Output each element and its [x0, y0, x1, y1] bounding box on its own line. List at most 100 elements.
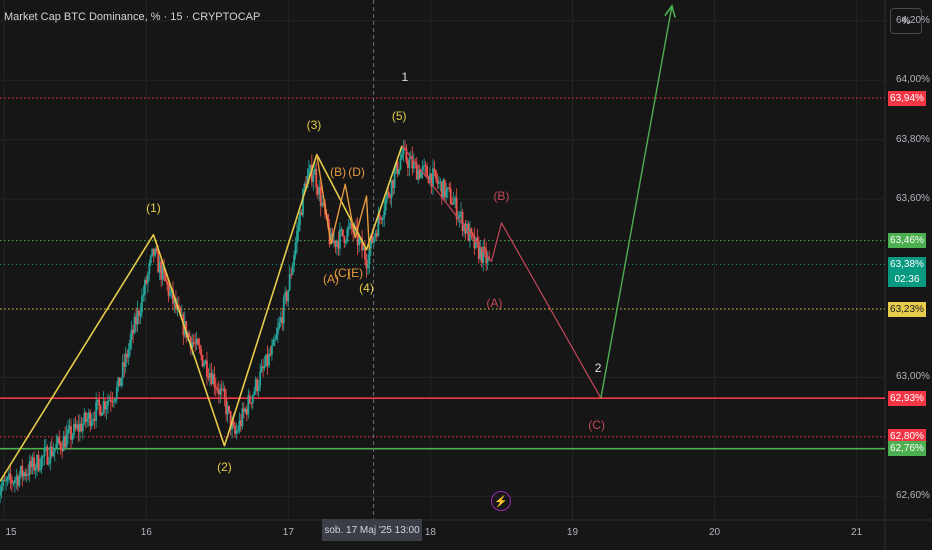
candle-body — [296, 231, 298, 243]
candle-body — [86, 418, 89, 422]
candle-body — [383, 210, 386, 218]
candle-body — [293, 254, 296, 266]
candle-body — [37, 455, 40, 471]
lightning-event-icon[interactable]: ⚡ — [491, 491, 511, 511]
candle-body — [53, 448, 56, 452]
candle-body — [282, 297, 285, 324]
candle-body — [107, 400, 109, 406]
candle-body — [358, 238, 361, 246]
y-tick-label: 62,60% — [896, 490, 930, 502]
candle-body — [271, 345, 273, 355]
candle-body — [315, 168, 318, 188]
level-price-badge: 63,46% — [888, 233, 926, 249]
candle-body — [127, 348, 130, 358]
impulse-wave-label: (3) — [306, 117, 322, 132]
candle-body — [426, 166, 428, 177]
candle-body — [378, 215, 381, 218]
candle-body — [437, 182, 440, 184]
candle-body — [393, 171, 396, 188]
y-tick-label: 63,80% — [896, 133, 930, 145]
x-tick-label: 21 — [851, 527, 863, 538]
candle-body — [452, 201, 455, 205]
candle-body — [42, 455, 44, 457]
candle-body — [155, 248, 158, 252]
candle-body — [146, 274, 149, 284]
candle-body — [200, 348, 202, 356]
bar-countdown-badge: 02:36 — [888, 271, 926, 287]
candle-body — [483, 246, 486, 250]
candle-body — [364, 248, 366, 260]
candle-body — [251, 395, 254, 404]
candle-body — [288, 274, 291, 291]
impulse-wave-label: (4) — [359, 281, 374, 296]
correction-wave-label: (B) — [493, 189, 510, 204]
candle-body — [169, 291, 171, 296]
candle-body — [237, 430, 239, 432]
x-tick-label: 17 — [282, 527, 294, 538]
level-price-badge: 62,76% — [888, 441, 926, 457]
y-tick-label: 63,60% — [896, 193, 930, 205]
x-tick-label: 19 — [566, 527, 579, 538]
candle-body — [297, 225, 300, 232]
candle-body — [291, 265, 294, 275]
candle-body — [408, 159, 411, 168]
candle-body — [398, 169, 400, 174]
candle-body — [206, 360, 208, 377]
x-tick-label: 15 — [5, 527, 17, 538]
candle-body — [253, 391, 256, 396]
candle-body — [58, 437, 61, 443]
correction-wave-label: (A) — [486, 296, 503, 311]
candle-body — [13, 479, 16, 483]
candle-body — [433, 168, 436, 171]
target-projection-line[interactable] — [600, 5, 673, 399]
candle-body — [471, 233, 474, 236]
y-tick-label: 64,00% — [896, 74, 930, 86]
candle-body — [11, 479, 13, 484]
candle-body — [105, 405, 108, 410]
candle-body — [421, 166, 424, 171]
candle-body — [268, 353, 270, 366]
candle-body — [232, 421, 235, 427]
candles — [0, 140, 491, 504]
candle-body — [47, 463, 50, 465]
candle-body — [216, 388, 219, 390]
degree-wave-label: 1 — [401, 70, 409, 85]
candle-body — [287, 290, 290, 302]
candle-body — [139, 312, 142, 316]
candle-body — [368, 248, 371, 265]
candle-body — [101, 412, 103, 416]
candle-body — [39, 469, 41, 471]
candle-body — [344, 241, 347, 243]
candle-body — [43, 448, 46, 456]
candle-body — [110, 399, 112, 402]
candle-body — [424, 165, 427, 167]
candle-body — [166, 281, 168, 285]
abc-correction-line[interactable] — [401, 145, 602, 399]
candle-body — [59, 442, 62, 449]
candle-body — [0, 486, 3, 492]
candle-body — [384, 198, 387, 211]
impulse-wave-label: (5) — [391, 108, 407, 123]
x-tick-label: 16 — [140, 527, 152, 538]
candle-body — [213, 373, 216, 387]
candle-body — [448, 187, 451, 189]
y-tick-label: 64,20% — [896, 14, 930, 26]
candle-body — [0, 491, 2, 496]
candle-body — [275, 334, 278, 340]
candle-body — [192, 341, 195, 344]
candle-body — [274, 339, 276, 341]
candle-body — [401, 154, 403, 159]
candle-body — [257, 386, 260, 392]
candle-body — [341, 229, 344, 237]
candle-body — [40, 456, 43, 470]
impulse-wave-label: (1) — [146, 201, 161, 215]
degree-wave-label: 2 — [594, 361, 602, 376]
x-tick-label: 20 — [708, 527, 721, 538]
candle-body — [112, 401, 115, 403]
candle-body — [259, 371, 262, 387]
candle-body — [276, 327, 279, 335]
candle-body — [18, 475, 21, 486]
candle-body — [445, 189, 448, 198]
subwave-label: (E) — [347, 266, 364, 281]
price-chart[interactable] — [0, 0, 932, 550]
